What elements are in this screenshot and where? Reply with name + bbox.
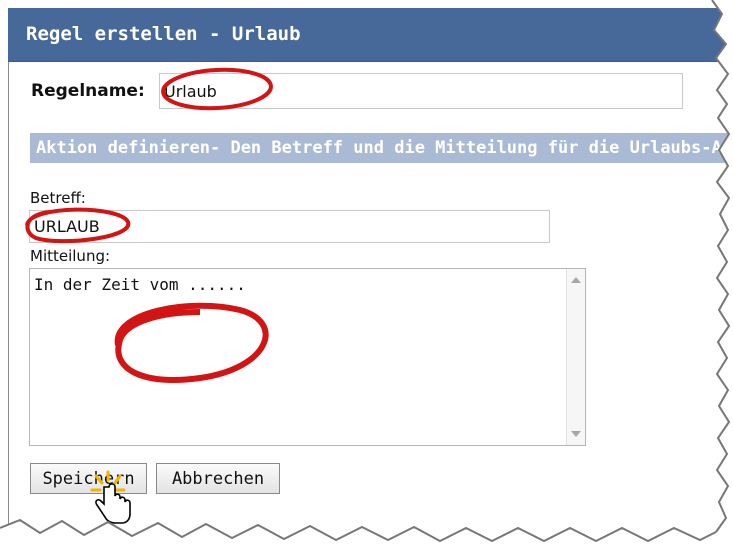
cancel-button[interactable]: Abbrechen (156, 463, 280, 494)
dialog-titlebar: Regel erstellen - Urlaub (8, 8, 733, 62)
rule-name-label: Regelname: (31, 81, 145, 101)
message-scrollbar[interactable] (566, 269, 585, 445)
section-header-bar: Aktion definieren- Den Betreff und die M… (30, 133, 733, 163)
dialog-left-border (8, 62, 9, 532)
message-textarea[interactable]: In der Zeit vom ...... (29, 268, 586, 446)
dialog-title: Regel erstellen - Urlaub (26, 23, 301, 45)
message-label: Mitteilung: (30, 247, 111, 265)
scroll-up-arrow-icon[interactable] (571, 277, 581, 283)
subject-input[interactable] (29, 210, 550, 243)
rule-name-input[interactable] (159, 73, 683, 109)
scroll-down-arrow-icon[interactable] (571, 431, 581, 437)
message-text: In der Zeit vom ...... (34, 275, 246, 294)
hand-cursor-icon (90, 470, 131, 524)
subject-label: Betreff: (30, 189, 86, 207)
section-header: Aktion definieren- Den Betreff und die M… (36, 138, 733, 158)
